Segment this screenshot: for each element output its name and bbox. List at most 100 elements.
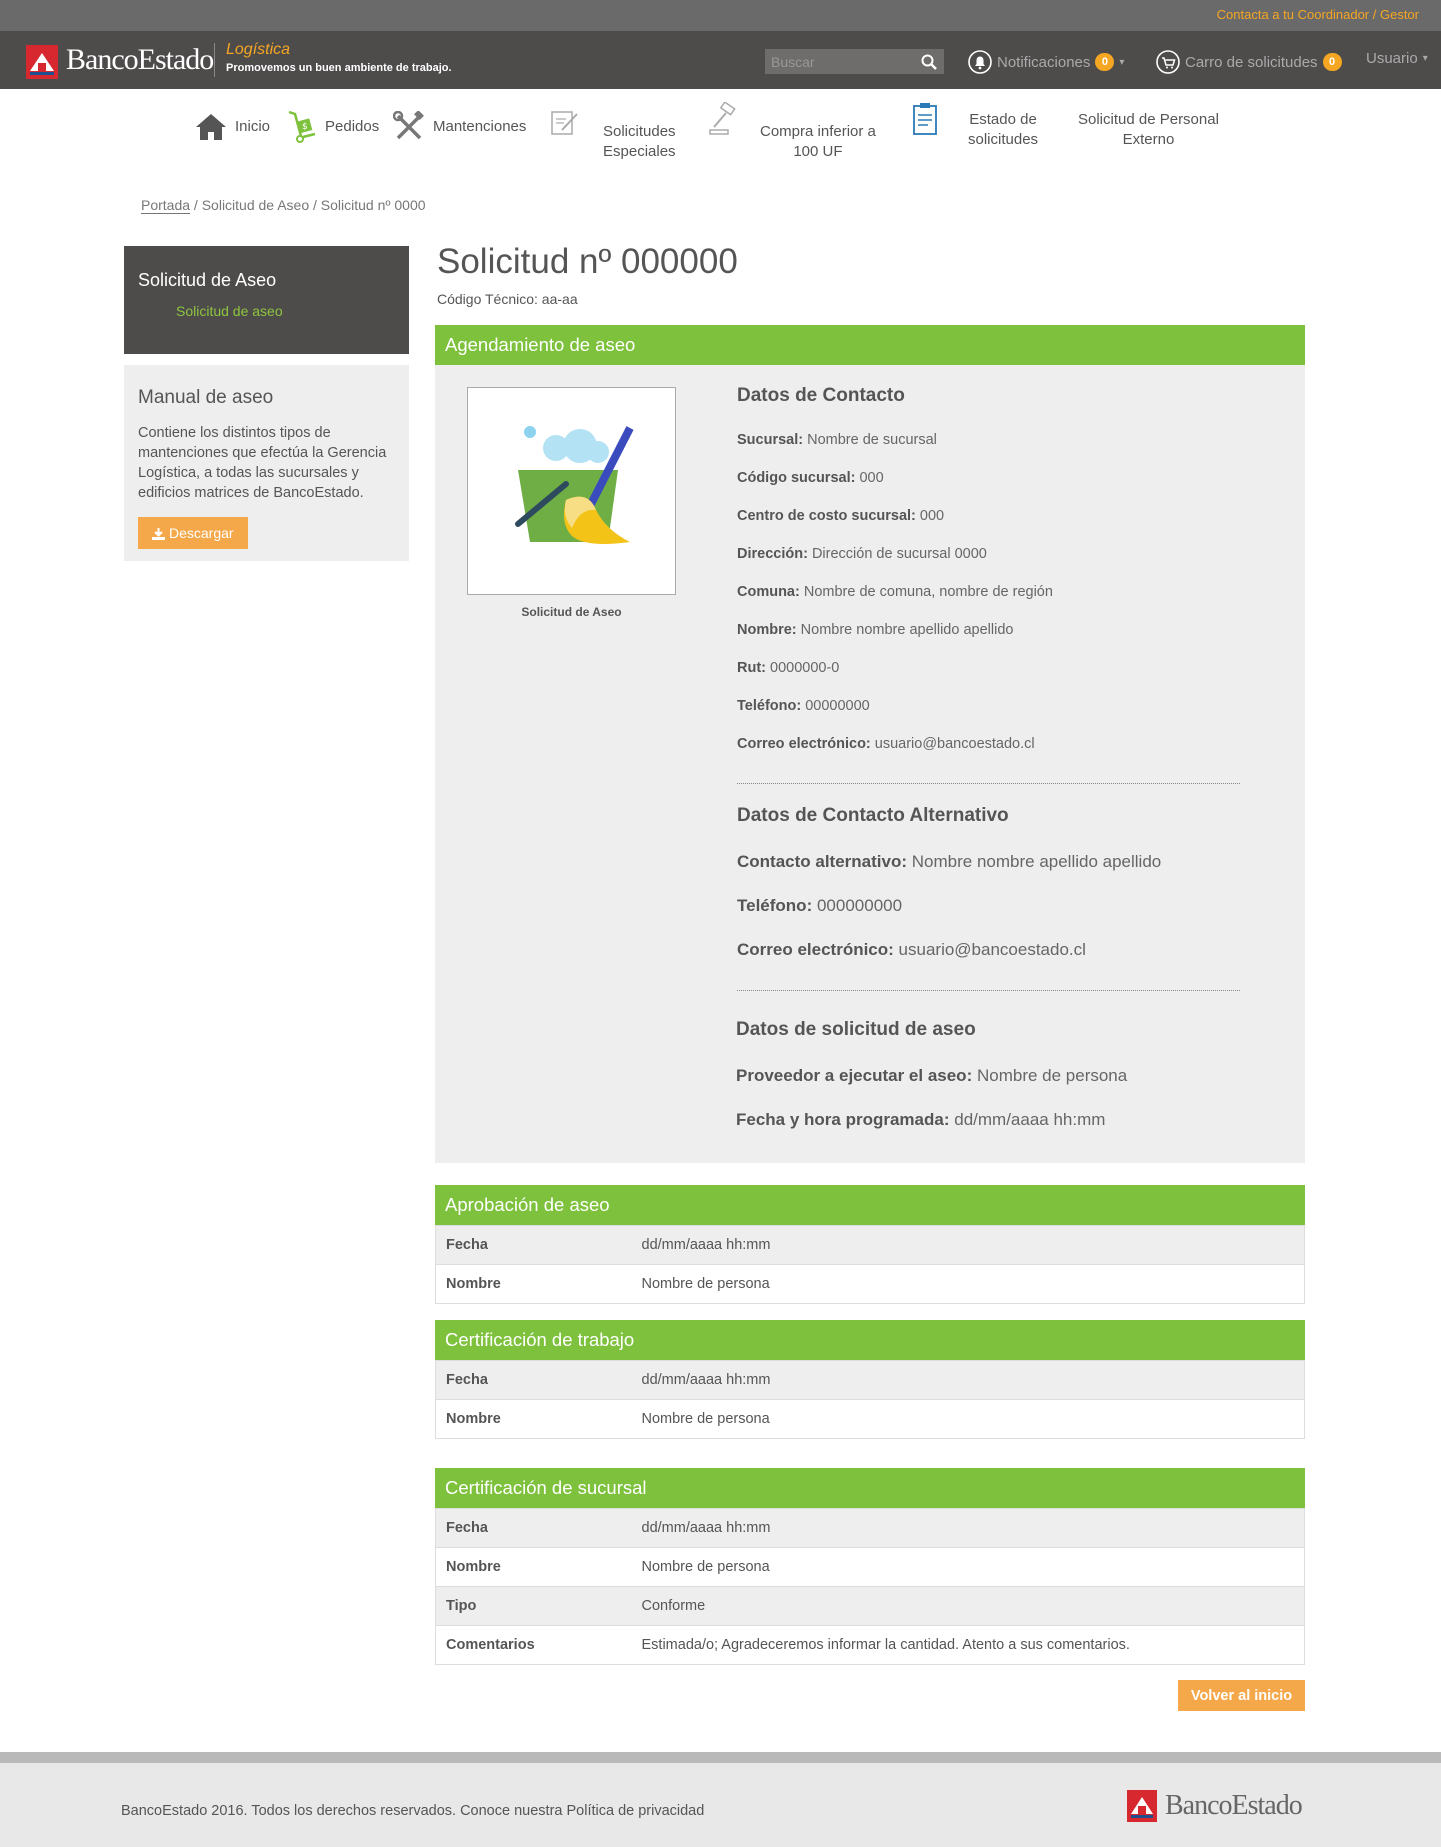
approval-table: Fecha dd/mm/aaaa hh:mm Nombre Nombre de … <box>435 1225 1305 1304</box>
field-codigo-sucursal: Código sucursal: 000 <box>737 470 884 486</box>
manual-description: Contiene los distintos tipos de mantenci… <box>138 425 387 501</box>
svg-text:$: $ <box>302 122 308 132</box>
work-certification-panel: Certificación de trabajo Fecha dd/mm/aaa… <box>435 1320 1305 1439</box>
table-row: Fecha dd/mm/aaaa hh:mm <box>435 1225 1305 1265</box>
cleaning-image <box>467 387 676 595</box>
search-input[interactable] <box>765 49 944 74</box>
manual-card: Manual de aseo Contiene los distintos ti… <box>124 365 409 561</box>
app-tagline: Promovemos un buen ambiente de trabajo. <box>226 62 452 74</box>
nav-label: Pedidos <box>325 118 380 135</box>
sidebar-item-solicitud-aseo[interactable]: Solicitud de aseo <box>176 303 395 319</box>
page-title: Solicitud nº 000000 <box>437 242 738 281</box>
work-certification-header: Certificación de trabajo <box>435 1320 1305 1360</box>
row-value: dd/mm/aaaa hh:mm <box>631 1360 1305 1400</box>
field-proveedor: Proveedor a ejecutar el aseo: Nombre de … <box>736 1066 1128 1085</box>
nav-label-line2: 100 UF <box>793 143 843 160</box>
footer-copyright: BancoEstado 2016. Todos los derechos res… <box>121 1803 705 1819</box>
bancoestado-logo-icon <box>1127 1790 1157 1822</box>
table-row: Comentarios Estimada/o; Agradeceremos in… <box>435 1625 1305 1665</box>
user-label: Usuario <box>1366 50 1418 67</box>
field-direccion: Dirección: Dirección de sucursal 0000 <box>737 546 987 562</box>
breadcrumb: Portada / Solicitud de Aseo / Solicitud … <box>141 197 426 214</box>
contact-coordinator-link[interactable]: Contacta a tu Coordinador / Gestor <box>1217 7 1419 22</box>
nav-label-line1: Compra inferior a <box>760 123 876 140</box>
gavel-icon <box>709 102 736 135</box>
nav-label: Estado de solicitudes <box>968 110 1038 150</box>
nav-item-solicitudes-especiales[interactable]: Solicitudes Especiales <box>549 108 676 162</box>
nav-label-line1: Solicitudes <box>603 123 676 140</box>
download-label: Descargar <box>169 525 234 541</box>
notifications-label: Notificaciones <box>997 53 1091 71</box>
cart-menu[interactable]: Carro de solicitudes 0 <box>1156 50 1342 74</box>
tools-icon <box>393 111 424 140</box>
main-nav: Inicio $ Pedidos Mantenciones Solicitude <box>0 102 1441 174</box>
approval-panel: Aprobación de aseo Fecha dd/mm/aaaa hh:m… <box>435 1185 1305 1304</box>
nav-label: Solicitud de Personal Externo <box>1078 110 1219 150</box>
row-value: Conforme <box>631 1586 1305 1626</box>
section-divider <box>737 990 1240 991</box>
notifications-count-badge: 0 <box>1095 53 1115 71</box>
home-icon <box>196 114 226 140</box>
field-nombre: Nombre: Nombre nombre apellido apellido <box>737 622 1014 638</box>
technical-code: Código Técnico: aa-aa <box>437 291 578 307</box>
image-caption: Solicitud de Aseo <box>521 605 622 619</box>
hand-truck-icon: $ <box>288 110 316 143</box>
nav-label: Solicitudes Especiales <box>603 122 676 162</box>
table-row: Nombre Nombre de persona <box>435 1547 1305 1587</box>
manual-title: Manual de aseo <box>138 387 274 408</box>
field-telefono: Teléfono: 00000000 <box>737 698 870 714</box>
row-key: Fecha <box>435 1508 632 1548</box>
search-icon[interactable] <box>920 53 938 71</box>
nav-label-line2: Especiales <box>603 143 676 160</box>
breadcrumb-home-link[interactable]: Portada <box>141 197 191 214</box>
cart-icon <box>1156 50 1180 74</box>
nav-label-line2: Externo <box>1122 131 1175 148</box>
row-value: Nombre de persona <box>631 1399 1305 1439</box>
chevron-down-icon: ▾ <box>1119 56 1125 68</box>
nav-item-pedidos[interactable]: $ Pedidos <box>287 110 379 144</box>
download-button[interactable]: Descargar <box>138 517 248 549</box>
field-sucursal: Sucursal: Nombre de sucursal <box>737 432 937 448</box>
download-icon <box>152 527 165 540</box>
nav-label: Mantenciones <box>433 118 527 135</box>
logo-text: BancoEstado <box>66 43 214 76</box>
alt-contact-section-title: Datos de Contacto Alternativo <box>737 805 1009 826</box>
nav-item-inicio[interactable]: Inicio <box>195 112 270 142</box>
app-header: BancoEstado Logística Promovemos un buen… <box>0 31 1441 89</box>
cart-count-badge: 0 <box>1322 53 1342 71</box>
field-comuna: Comuna: Nombre de comuna, nombre de regi… <box>737 584 1053 600</box>
approval-header: Aprobación de aseo <box>435 1185 1305 1225</box>
field-correo: Correo electrónico: usuario@bancoestado.… <box>737 736 1035 752</box>
row-key: Nombre <box>435 1264 632 1304</box>
nav-item-mantenciones[interactable]: Mantenciones <box>393 111 526 143</box>
footer: BancoEstado 2016. Todos los derechos res… <box>0 1752 1441 1847</box>
nav-item-estado-solicitudes[interactable]: Estado de solicitudes <box>912 102 1038 150</box>
row-key: Tipo <box>435 1586 632 1626</box>
table-row: Nombre Nombre de persona <box>435 1399 1305 1439</box>
nav-label-line2: solicitudes <box>968 131 1039 148</box>
cleaning-bucket-icon <box>515 426 634 544</box>
contact-section-title: Datos de Contacto <box>737 385 905 406</box>
user-menu[interactable]: Usuario ▾ <box>1366 50 1428 67</box>
bell-icon <box>968 50 992 74</box>
field-centro-costo: Centro de costo sucursal: 000 <box>737 508 945 524</box>
branch-certification-table: Fecha dd/mm/aaaa hh:mm Nombre Nombre de … <box>435 1508 1305 1665</box>
app-name: Logística <box>226 41 291 58</box>
back-to-home-button[interactable]: Volver al inicio <box>1178 1680 1305 1711</box>
branch-certification-panel: Certificación de sucursal Fecha dd/mm/aa… <box>435 1468 1305 1665</box>
row-value: Estimada/o; Agradeceremos informar la ca… <box>631 1625 1305 1665</box>
row-key: Fecha <box>435 1360 632 1400</box>
nav-item-compra-inferior[interactable]: Compra inferior a 100 UF <box>708 102 876 162</box>
agenda-panel: Agendamiento de aseo Solicitud de Aseo D… <box>435 325 1305 1163</box>
notifications-menu[interactable]: Notificaciones 0 ▾ <box>968 50 1124 74</box>
nav-label: Compra inferior a 100 UF <box>760 122 876 162</box>
row-value: dd/mm/aaaa hh:mm <box>631 1225 1305 1265</box>
field-fecha-programada: Fecha y hora programada: dd/mm/aaaa hh:m… <box>736 1110 1106 1129</box>
breadcrumb-trail: / Solicitud de Aseo / Solicitud nº 0000 <box>190 197 426 213</box>
field-rut: Rut: 0000000-0 <box>737 660 840 676</box>
table-row: Fecha dd/mm/aaaa hh:mm <box>435 1508 1305 1548</box>
agenda-body: Solicitud de Aseo Datos de Contacto Sucu… <box>435 365 1305 1163</box>
row-key: Nombre <box>435 1547 632 1587</box>
nav-item-personal-externo[interactable]: Solicitud de Personal Externo <box>1078 110 1219 150</box>
bancoestado-logo-icon[interactable] <box>26 45 58 79</box>
